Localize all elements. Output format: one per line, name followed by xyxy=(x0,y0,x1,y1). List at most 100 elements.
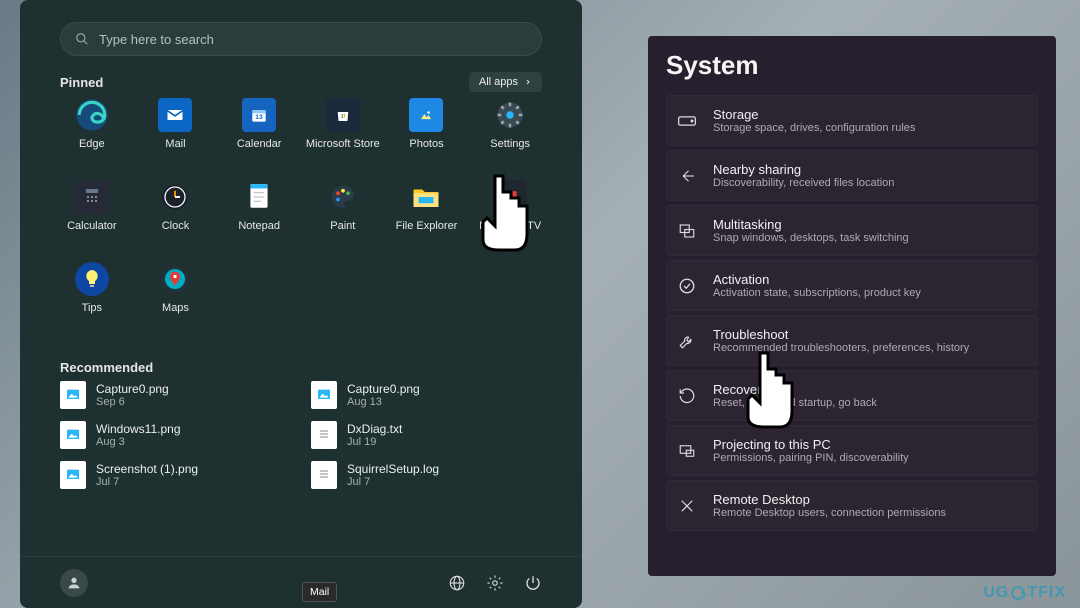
pinned-app-photos[interactable]: Photos xyxy=(385,98,469,170)
settings-row-projecting[interactable]: Projecting to this PCPermissions, pairin… xyxy=(666,425,1038,476)
file-explorer-icon xyxy=(409,180,443,214)
pinned-label: Calculator xyxy=(67,220,117,232)
network-icon[interactable] xyxy=(448,574,466,592)
pinned-title: Pinned xyxy=(60,75,103,90)
wrench-icon xyxy=(677,331,697,351)
pinned-app-calculator[interactable]: Calculator xyxy=(50,180,134,252)
file-date: Jul 7 xyxy=(347,476,439,488)
settings-row-recovery[interactable]: RecoveryReset, advanced startup, go back xyxy=(666,370,1038,421)
pinned-label: Edge xyxy=(79,138,105,150)
pinned-label: Tips xyxy=(82,302,102,314)
row-desc: Recommended troubleshooters, preferences… xyxy=(713,342,969,354)
pinned-app-settings[interactable]: Settings xyxy=(468,98,552,170)
file-name: Screenshot (1).png xyxy=(96,462,198,476)
recommended-item[interactable]: Screenshot (1).pngJul 7 xyxy=(60,461,291,489)
file-date: Sep 6 xyxy=(96,396,169,408)
settings-icon xyxy=(493,98,527,132)
pinned-header: Pinned All apps xyxy=(60,72,542,92)
pinned-app-notepad[interactable]: Notepad xyxy=(217,180,301,252)
settings-row-activation[interactable]: ActivationActivation state, subscription… xyxy=(666,260,1038,311)
calendar-icon: 13 xyxy=(242,98,276,132)
storage-icon xyxy=(677,111,697,131)
file-date: Aug 13 xyxy=(347,396,420,408)
row-title: Multitasking xyxy=(713,217,909,232)
row-desc: Permissions, pairing PIN, discoverabilit… xyxy=(713,452,909,464)
pinned-app-movies-tv[interactable]: Movies & TV xyxy=(468,180,552,252)
watermark: UG TFIX xyxy=(983,584,1066,602)
settings-system-panel: System StorageStorage space, drives, con… xyxy=(648,36,1056,576)
power-icon[interactable] xyxy=(524,574,542,592)
row-title: Storage xyxy=(713,107,915,122)
file-date: Jul 19 xyxy=(347,436,402,448)
text-file-icon xyxy=(311,421,337,449)
taskbar-tooltip: Mail xyxy=(302,582,337,602)
row-title: Nearby sharing xyxy=(713,162,894,177)
pinned-label: Clock xyxy=(162,220,190,232)
mail-icon xyxy=(158,98,192,132)
chevron-right-icon xyxy=(524,78,532,86)
settings-row-multitasking[interactable]: MultitaskingSnap windows, desktops, task… xyxy=(666,205,1038,256)
file-name: Capture0.png xyxy=(347,382,420,396)
row-desc: Activation state, subscriptions, product… xyxy=(713,287,921,299)
recommended-item[interactable]: SquirrelSetup.logJul 7 xyxy=(311,461,542,489)
recommended-item[interactable]: Windows11.pngAug 3 xyxy=(60,421,291,449)
file-name: DxDiag.txt xyxy=(347,422,402,436)
pinned-label: Maps xyxy=(162,302,189,314)
settings-row-storage[interactable]: StorageStorage space, drives, configurat… xyxy=(666,95,1038,146)
pinned-app-maps[interactable]: Maps xyxy=(134,262,218,334)
file-name: SquirrelSetup.log xyxy=(347,462,439,476)
photos-icon xyxy=(409,98,443,132)
image-file-icon xyxy=(60,461,86,489)
calculator-icon xyxy=(75,180,109,214)
image-file-icon xyxy=(311,381,337,409)
pinned-app-store[interactable]: Microsoft Store xyxy=(301,98,385,170)
pinned-label: Mail xyxy=(165,138,185,150)
check-circle-icon xyxy=(677,276,697,296)
remote-desktop-icon xyxy=(677,496,697,516)
all-apps-button[interactable]: All apps xyxy=(469,72,542,92)
search-icon xyxy=(75,32,89,46)
movies-tv-icon xyxy=(493,180,527,214)
text-file-icon xyxy=(311,461,337,489)
search-placeholder: Type here to search xyxy=(99,32,214,47)
settings-row-nearby-sharing[interactable]: Nearby sharingDiscoverability, received … xyxy=(666,150,1038,201)
settings-row-remote-desktop[interactable]: Remote DesktopRemote Desktop users, conn… xyxy=(666,480,1038,531)
notepad-icon xyxy=(242,180,276,214)
tips-icon xyxy=(75,262,109,296)
row-desc: Discoverability, received files location xyxy=(713,177,894,189)
store-icon xyxy=(326,98,360,132)
image-file-icon xyxy=(60,421,86,449)
maps-icon xyxy=(158,262,192,296)
multitasking-icon xyxy=(677,221,697,241)
pinned-label: File Explorer xyxy=(396,220,458,232)
settings-gear-icon[interactable] xyxy=(486,574,504,592)
row-desc: Reset, advanced startup, go back xyxy=(713,397,877,409)
row-title: Troubleshoot xyxy=(713,327,969,342)
row-title: Activation xyxy=(713,272,921,287)
recommended-item[interactable]: Capture0.pngAug 13 xyxy=(311,381,542,409)
watermark-text-a: UG xyxy=(983,584,1009,602)
pinned-label: Notepad xyxy=(238,220,280,232)
settings-row-troubleshoot[interactable]: TroubleshootRecommended troubleshooters,… xyxy=(666,315,1038,366)
recommended-item[interactable]: DxDiag.txtJul 19 xyxy=(311,421,542,449)
start-menu: Type here to search Pinned All apps Edge… xyxy=(20,0,582,608)
clock-icon xyxy=(158,180,192,214)
search-box[interactable]: Type here to search xyxy=(60,22,542,56)
pinned-app-edge[interactable]: Edge xyxy=(50,98,134,170)
recovery-icon xyxy=(677,386,697,406)
pinned-app-mail[interactable]: Mail xyxy=(134,98,218,170)
watermark-text-b: TFIX xyxy=(1027,584,1066,602)
file-name: Capture0.png xyxy=(96,382,169,396)
pinned-label: Movies & TV xyxy=(479,220,541,232)
user-account-button[interactable] xyxy=(60,569,88,597)
recommended-item[interactable]: Capture0.pngSep 6 xyxy=(60,381,291,409)
pinned-app-calendar[interactable]: 13 Calendar xyxy=(217,98,301,170)
project-icon xyxy=(677,441,697,461)
row-desc: Snap windows, desktops, task switching xyxy=(713,232,909,244)
pinned-app-tips[interactable]: Tips xyxy=(50,262,134,334)
bottom-system-icons xyxy=(448,574,542,592)
pinned-app-clock[interactable]: Clock xyxy=(134,180,218,252)
pinned-app-file-explorer[interactable]: File Explorer xyxy=(385,180,469,252)
pinned-app-paint[interactable]: Paint xyxy=(301,180,385,252)
user-avatar-icon xyxy=(60,569,88,597)
